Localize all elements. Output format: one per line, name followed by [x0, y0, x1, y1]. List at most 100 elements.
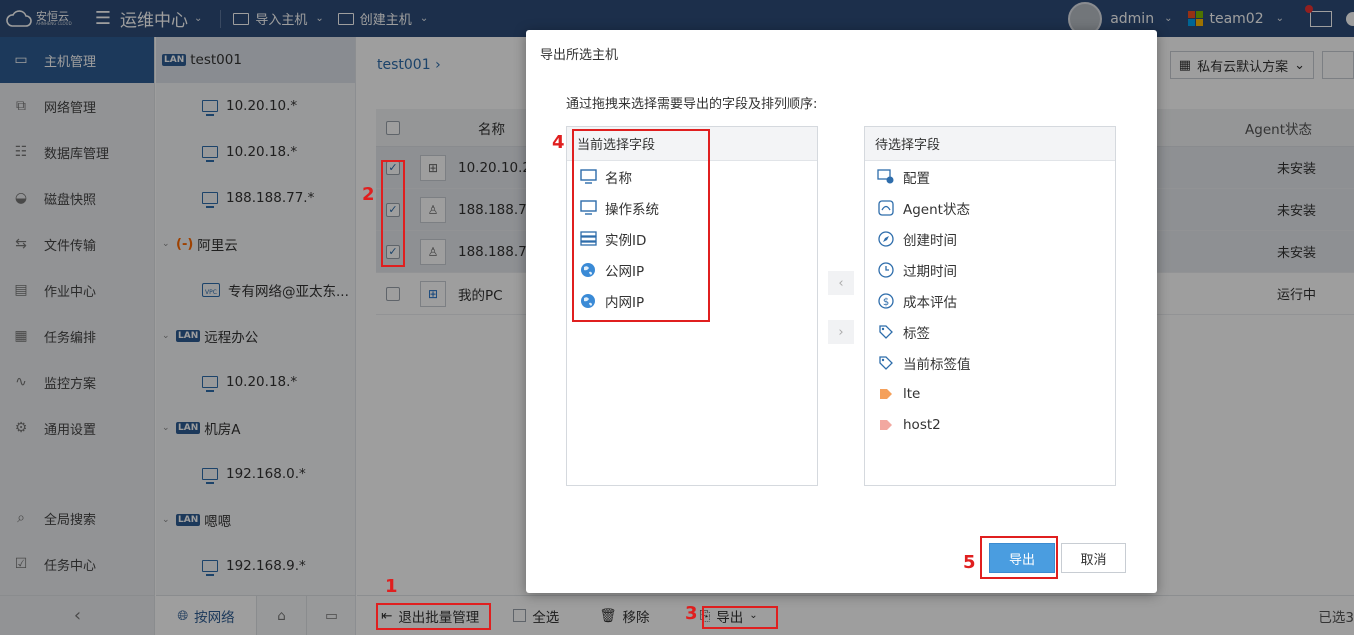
import-host-menu[interactable]: 导入主机 ⌄	[233, 9, 324, 28]
sidebar-item-search[interactable]: ⌕ 全局搜索	[0, 495, 154, 541]
tree-node-vpc[interactable]: VPC 专有网络@亚太东...	[156, 267, 355, 313]
monitor-icon	[202, 376, 218, 392]
tree-node-label: 192.168.0.*	[226, 466, 306, 482]
team-switcher[interactable]: team02 ⌄	[1188, 11, 1284, 27]
field-item[interactable]: 创建时间	[865, 223, 1115, 254]
field-label: lte	[903, 385, 921, 402]
sidebar-item-settings[interactable]: ⚙ 通用设置	[0, 405, 154, 451]
aliyun-icon: (-)	[176, 236, 194, 252]
column-header-agent[interactable]: Agent状态	[1245, 118, 1312, 138]
field-item[interactable]: 当前标签值	[865, 347, 1115, 378]
sidebar-item-snapshot[interactable]: ◒ 磁盘快照	[0, 175, 154, 221]
tree-node-group[interactable]: ⌄ (-) 阿里云	[156, 221, 355, 267]
plan-select[interactable]: ▦ 私有云默认方案 ⌄	[1169, 51, 1314, 79]
tree-node-subnet[interactable]: 188.188.77.*	[156, 175, 355, 221]
field-item[interactable]: Agent状态	[865, 192, 1115, 223]
annotation-box-3	[702, 606, 778, 629]
move-right-button[interactable]: ›	[828, 320, 854, 344]
cancel-button[interactable]: 取消	[1061, 543, 1126, 573]
database-icon: ☷	[14, 144, 28, 160]
tree-node-group[interactable]: LAN test001	[156, 37, 355, 83]
username[interactable]: admin	[1110, 11, 1154, 27]
tree-node-subnet[interactable]: 192.168.9.*	[156, 543, 355, 589]
tree-node-subnet[interactable]: 10.20.18.*	[156, 359, 355, 405]
chevron-down-icon: ⌄	[1275, 13, 1284, 24]
column-header-name[interactable]: 名称	[478, 118, 505, 138]
field-item[interactable]: host2	[865, 409, 1115, 440]
monitor-plus-icon	[337, 12, 354, 25]
tree-node-group[interactable]: ⌄ LAN 机房A	[156, 405, 355, 451]
field-item[interactable]: 标签	[865, 316, 1115, 347]
sidebar-item-file-transfer[interactable]: ⇆ 文件传输	[0, 221, 154, 267]
collapse-sidebar-button[interactable]: ‹	[0, 595, 155, 635]
tree-node-label: 远程办公	[204, 330, 259, 346]
annotation-box-2	[381, 160, 405, 267]
sidebar-item-monitoring[interactable]: ∿ 监控方案	[0, 359, 154, 405]
sidebar-item-orchestration[interactable]: ▦ 任务编排	[0, 313, 154, 359]
tree-node-label: 专有网络@亚太东...	[228, 284, 349, 300]
task-icon: ▦	[14, 328, 28, 344]
agent-status: 未安装	[1276, 204, 1316, 219]
remove-button[interactable]: 🗑︎ 移除	[599, 606, 649, 626]
annotation-number-5: 5	[963, 552, 976, 573]
chevron-down-icon[interactable]: ⌄	[1164, 13, 1172, 24]
chevron-down-icon[interactable]: ⌄	[162, 515, 172, 525]
tree-node-subnet[interactable]: 10.20.10.*	[156, 83, 355, 129]
mail-icon[interactable]	[1305, 4, 1332, 27]
chevron-down-icon[interactable]: ⌄	[162, 423, 172, 433]
field-item[interactable]: 配置	[865, 161, 1115, 192]
trash-icon: 🗑︎	[599, 607, 617, 624]
tree-view-tabs: 🌐︎ 按网络 ⌂ ▭	[156, 595, 356, 635]
chevron-down-icon[interactable]: ⌄	[162, 239, 172, 249]
tab-by-folder[interactable]: ▭	[306, 596, 356, 635]
host-name: 188.188.77	[458, 243, 536, 260]
config-icon	[877, 168, 895, 185]
field-item[interactable]: lte	[865, 378, 1115, 409]
sidebar-item-task-center[interactable]: ☑ 任务中心	[0, 541, 154, 587]
notification-dot	[1305, 4, 1313, 13]
tree-node-label: 192.168.9.*	[226, 558, 306, 574]
logo[interactable]: 安恒云 AHNHENG CLOUD	[0, 0, 90, 37]
agent-status: 未安装	[1276, 162, 1316, 177]
tag-icon	[877, 324, 895, 340]
breadcrumb[interactable]: test001 ›	[377, 57, 441, 73]
annotation-number-3: 3	[685, 603, 698, 624]
monitor-icon	[233, 12, 250, 25]
sidebar-item-label: 作业中心	[44, 284, 97, 300]
row-checkbox[interactable]	[386, 286, 400, 301]
field-label: 成本评估	[903, 294, 957, 311]
sort-button[interactable]	[1322, 51, 1354, 79]
sidebar-item-host[interactable]: ▭ 主机管理	[0, 37, 154, 83]
chevron-right-icon: ›	[435, 57, 441, 73]
tree-node-subnet[interactable]: 10.20.18.*	[156, 129, 355, 175]
tree-node-label: 嗯嗯	[204, 514, 232, 530]
help-icon[interactable]	[1346, 11, 1354, 26]
select-all-checkbox[interactable]	[386, 120, 400, 135]
menu-icon[interactable]: ☰	[90, 8, 116, 29]
gear-icon: ⚙	[14, 420, 28, 436]
host-name: 188.188.77	[458, 201, 536, 218]
agent-status: 运行中	[1276, 288, 1316, 303]
tree-node-group[interactable]: ⌄ LAN 嗯嗯	[156, 497, 355, 543]
move-left-button[interactable]: ‹	[828, 271, 854, 295]
field-item[interactable]: 过期时间	[865, 254, 1115, 285]
field-label: 当前标签值	[903, 356, 971, 373]
field-item[interactable]: $ 成本评估	[865, 285, 1115, 316]
monitor-icon: ▭	[14, 52, 28, 68]
app-name[interactable]: 运维中心	[120, 6, 188, 31]
select-all-button[interactable]: 全选	[513, 606, 559, 626]
tree-node-subnet[interactable]: 192.168.0.*	[156, 451, 355, 497]
field-label: 标签	[903, 325, 930, 342]
create-host-menu[interactable]: 创建主机 ⌄	[337, 9, 429, 28]
chevron-down-icon[interactable]: ⌄	[162, 331, 172, 341]
chevron-down-icon: ⌄	[419, 13, 429, 24]
tab-by-tag[interactable]: ⌂	[256, 596, 306, 635]
sidebar-item-network[interactable]: ⧉ 网络管理	[0, 83, 154, 129]
sidebar-item-jobs[interactable]: ▤ 作业中心	[0, 267, 154, 313]
tab-by-network[interactable]: 🌐︎ 按网络	[156, 596, 256, 635]
tree-node-label: 机房A	[204, 422, 241, 438]
network-tree: LAN test001 10.20.10.* 10.20.18.* 188.188…	[156, 37, 356, 635]
tree-node-group[interactable]: ⌄ LAN 远程办公	[156, 313, 355, 359]
chevron-down-icon[interactable]: ⌄	[194, 13, 202, 24]
sidebar-item-database[interactable]: ☷ 数据库管理	[0, 129, 154, 175]
